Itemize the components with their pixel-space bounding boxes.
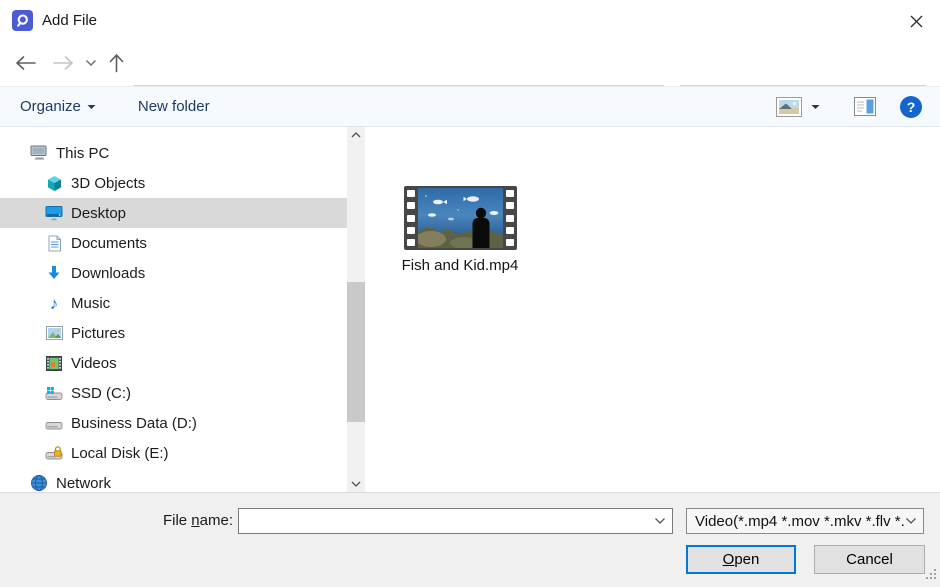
sidebar-item-label: Network [56,475,111,492]
sidebar-item-business-data-d[interactable]: Business Data (D:) [0,408,347,438]
sidebar-item-videos[interactable]: Videos [0,348,347,378]
navigation-bar: This PC Desktop Test Files [0,40,940,86]
cancel-button[interactable]: Cancel [814,545,925,574]
open-button[interactable]: Open [686,545,796,574]
help-icon[interactable]: ? [900,96,922,118]
window-title: Add File [42,12,97,29]
up-icon[interactable] [108,53,125,74]
sidebar-item-ssd-c[interactable]: SSD (C:) [0,378,347,408]
sidebar-item-this-pc[interactable]: This PC [0,138,347,168]
organize-label: Organize [20,98,81,115]
pictures-icon [45,324,63,342]
close-icon[interactable] [902,7,930,35]
scroll-up-icon[interactable] [347,127,365,143]
sidebar-item-label: Documents [71,235,147,252]
sidebar-item-label: Pictures [71,325,125,342]
sidebar-item-music[interactable]: ♪ Music [0,288,347,318]
resize-grip[interactable] [926,567,937,584]
sidebar-item-label: Downloads [71,265,145,282]
file-list-pane[interactable]: Fish and Kid.mp4 [365,127,940,492]
sidebar-item-label: Videos [71,355,117,372]
back-icon[interactable] [14,55,37,72]
sidebar-item-label: 3D Objects [71,175,145,192]
sidebar-item-label: SSD (C:) [71,385,131,402]
sidebar-item-label: Desktop [71,205,126,222]
this-pc-icon [30,144,48,162]
file-name-label: Fish and Kid.mp4 [397,257,523,274]
sidebar-item-documents[interactable]: Documents [0,228,347,258]
network-icon [30,474,48,492]
preview-pane-icon[interactable] [854,97,876,116]
file-type-chevron-icon [905,517,917,525]
sidebar-item-label: Local Disk (E:) [71,445,169,462]
title-bar: Add File [0,0,940,40]
file-name-dropdown-chevron-icon[interactable] [648,508,672,534]
sidebar-item-label: This PC [56,145,109,162]
file-name-input[interactable] [238,508,673,534]
sidebar-item-3d-objects[interactable]: 3D Objects [0,168,347,198]
sidebar-item-label: Business Data (D:) [71,415,197,432]
drive-icon [45,414,63,432]
file-type-select[interactable]: Video(*.mp4 *.mov *.mkv *.flv *. [686,508,924,534]
filmstrip-left [404,188,418,248]
3d-objects-icon [45,174,63,192]
recent-locations-chevron-icon[interactable] [85,59,97,67]
sidebar-item-label: Music [71,295,110,312]
sidebar-item-local-disk-e[interactable]: Local Disk (E:) [0,438,347,468]
sidebar-item-downloads[interactable]: Downloads [0,258,347,288]
filmstrip-right [503,188,517,248]
file-name-field-label: File name: [0,508,233,534]
scrollbar-thumb[interactable] [347,282,365,422]
videos-icon [45,354,63,372]
scroll-down-icon[interactable] [347,476,365,492]
app-icon [12,10,33,31]
caret-down-icon [87,104,96,110]
video-preview-image [418,188,503,248]
organize-button[interactable]: Organize [20,98,96,115]
sidebar-item-network[interactable]: Network [0,468,347,492]
dialog-footer: File name: Video(*.mp4 *.mov *.mkv *.flv… [0,492,940,587]
sidebar-item-pictures[interactable]: Pictures [0,318,347,348]
help-glyph: ? [907,99,916,115]
desktop-icon [45,204,63,222]
music-icon: ♪ [45,294,63,312]
file-item-fish-and-kid[interactable]: Fish and Kid.mp4 [397,186,523,274]
sidebar-item-desktop[interactable]: Desktop [0,198,347,228]
new-folder-button[interactable]: New folder [138,98,210,115]
tree-scrollbar[interactable] [347,127,365,492]
video-thumbnail-icon [404,186,517,250]
documents-icon [45,234,63,252]
forward-icon[interactable] [52,55,75,72]
views-thumbnail-icon[interactable] [776,97,802,117]
command-toolbar: Organize New folder ? [0,86,940,127]
views-caret-down-icon[interactable] [811,104,820,110]
folder-tree-pane: This PC 3D Objects Desktop [0,127,347,492]
new-folder-label: New folder [138,98,210,115]
downloads-icon [45,264,63,282]
ssd-drive-icon [45,384,63,402]
locked-drive-icon [45,444,63,462]
file-type-value: Video(*.mp4 *.mov *.mkv *.flv *. [695,513,905,530]
